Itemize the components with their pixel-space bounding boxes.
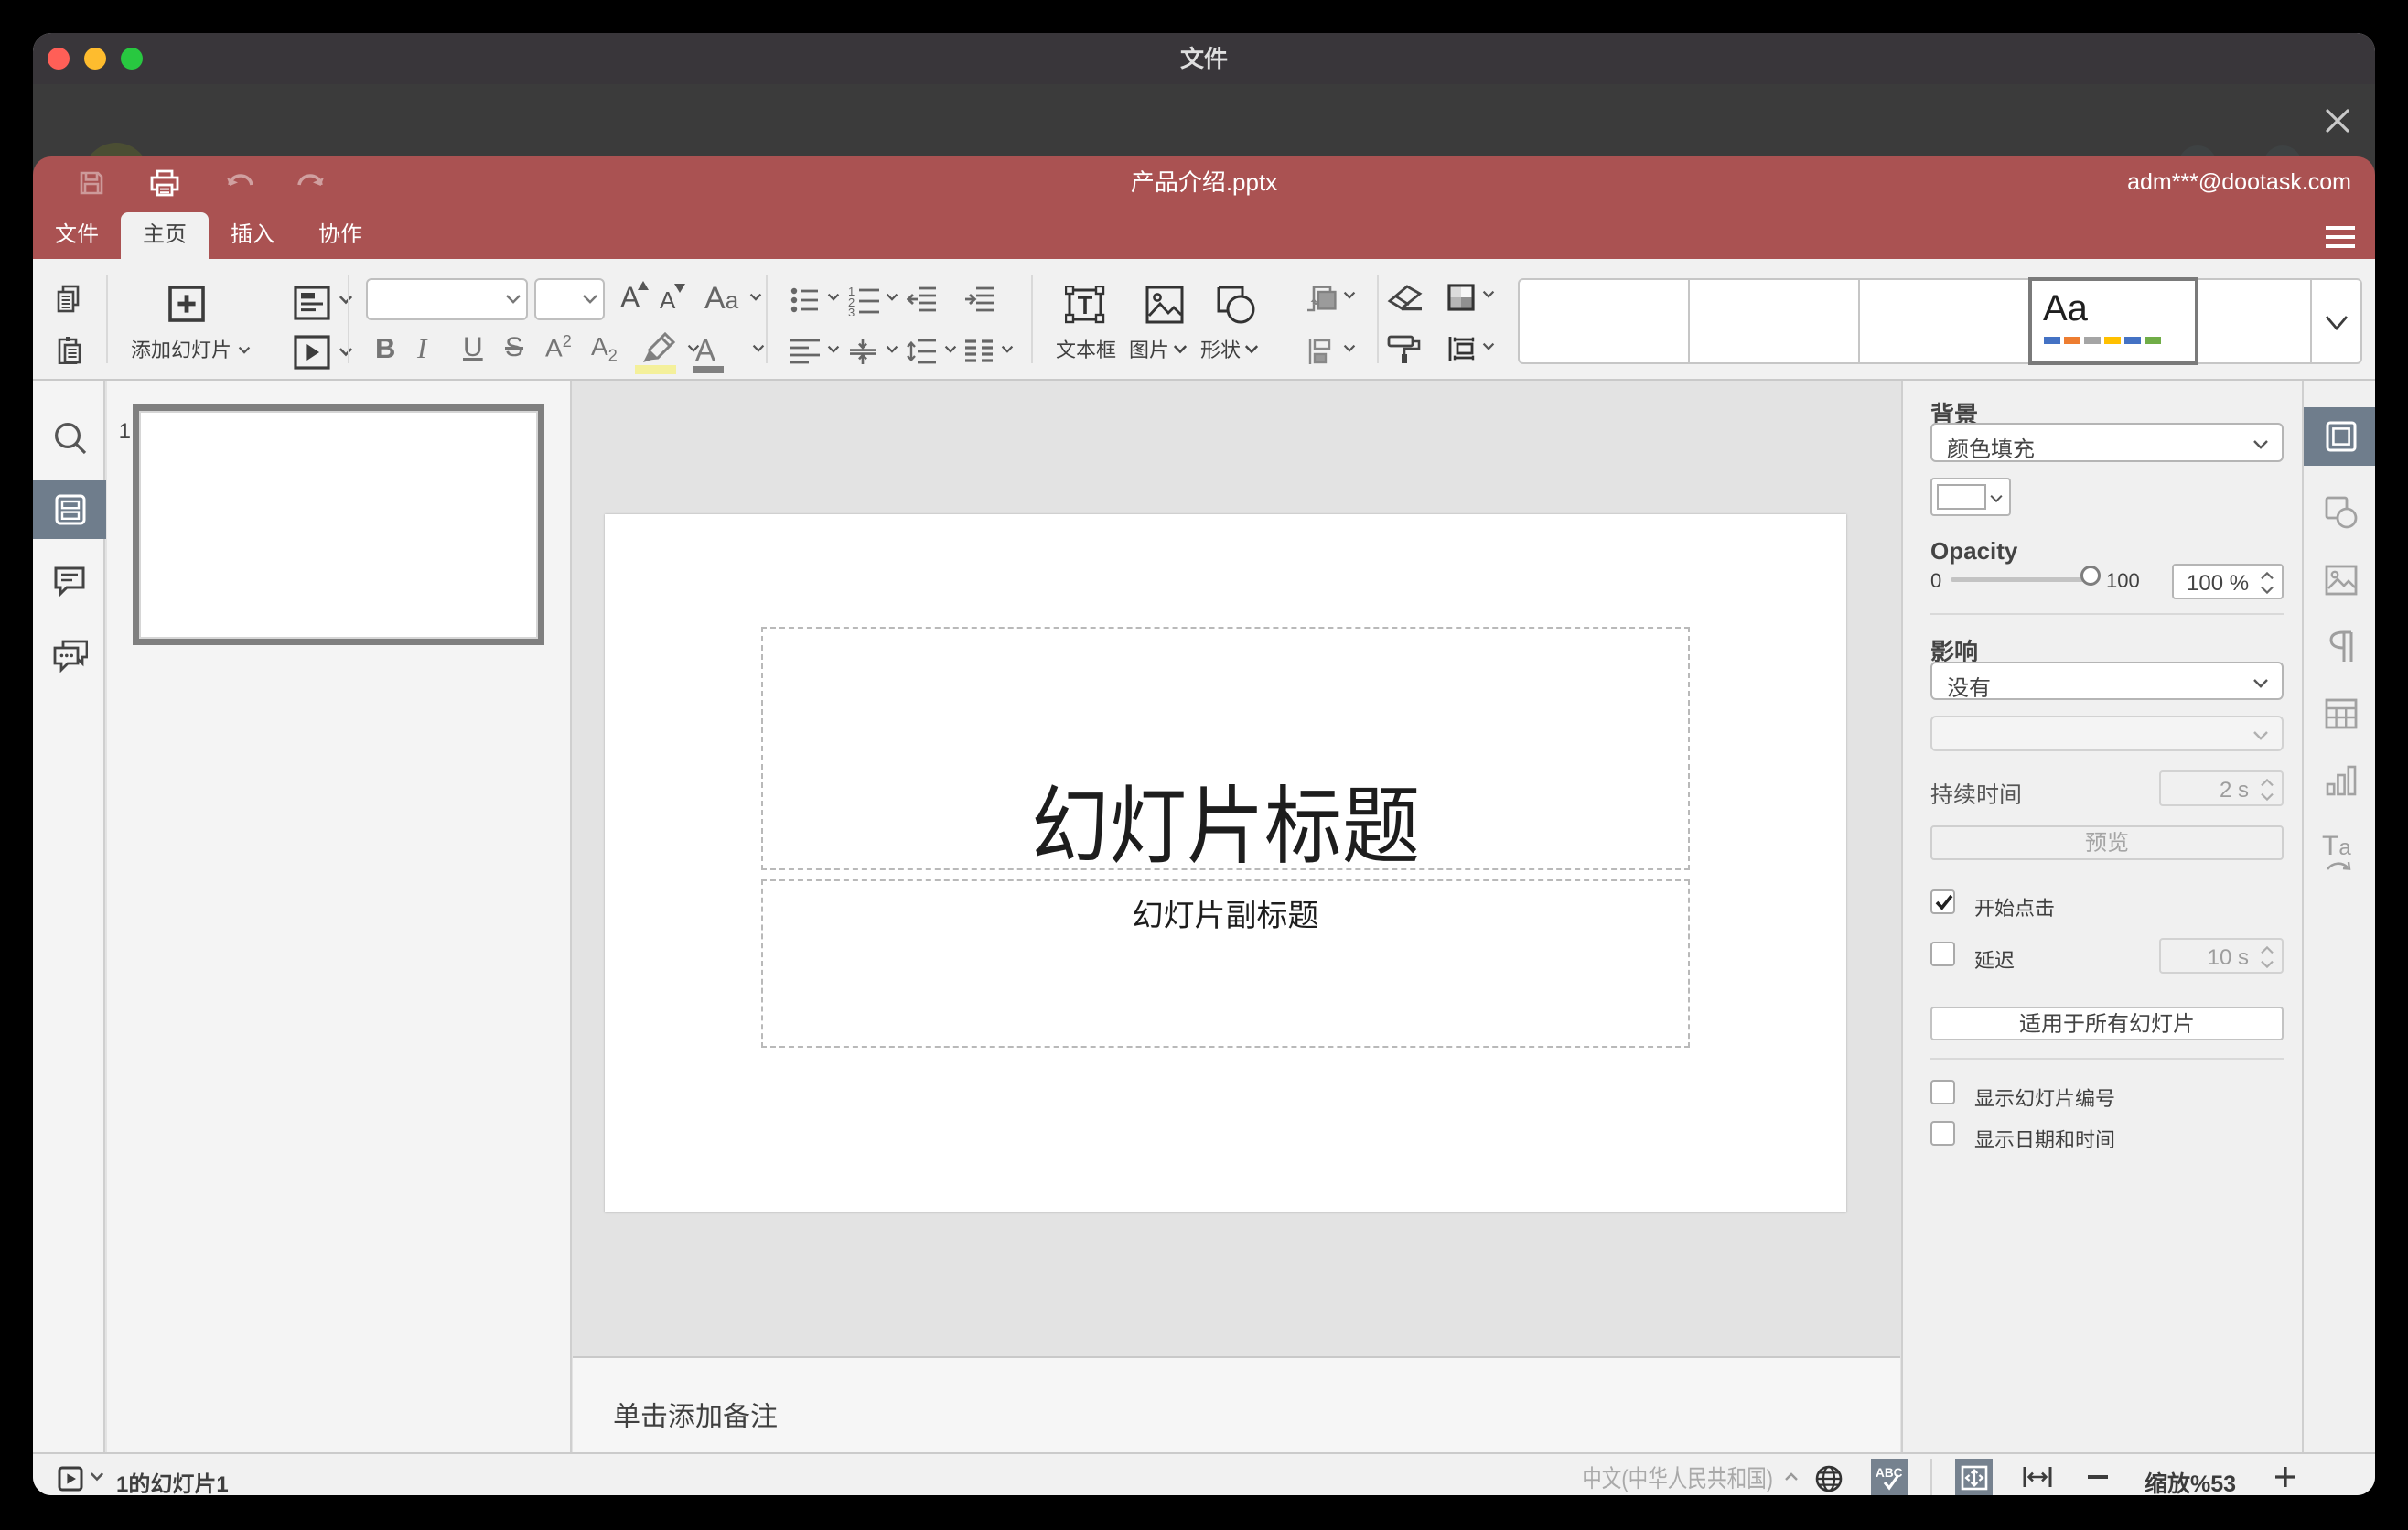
svg-text:3: 3: [848, 306, 855, 316]
svg-text:ABC: ABC: [1876, 1466, 1903, 1480]
